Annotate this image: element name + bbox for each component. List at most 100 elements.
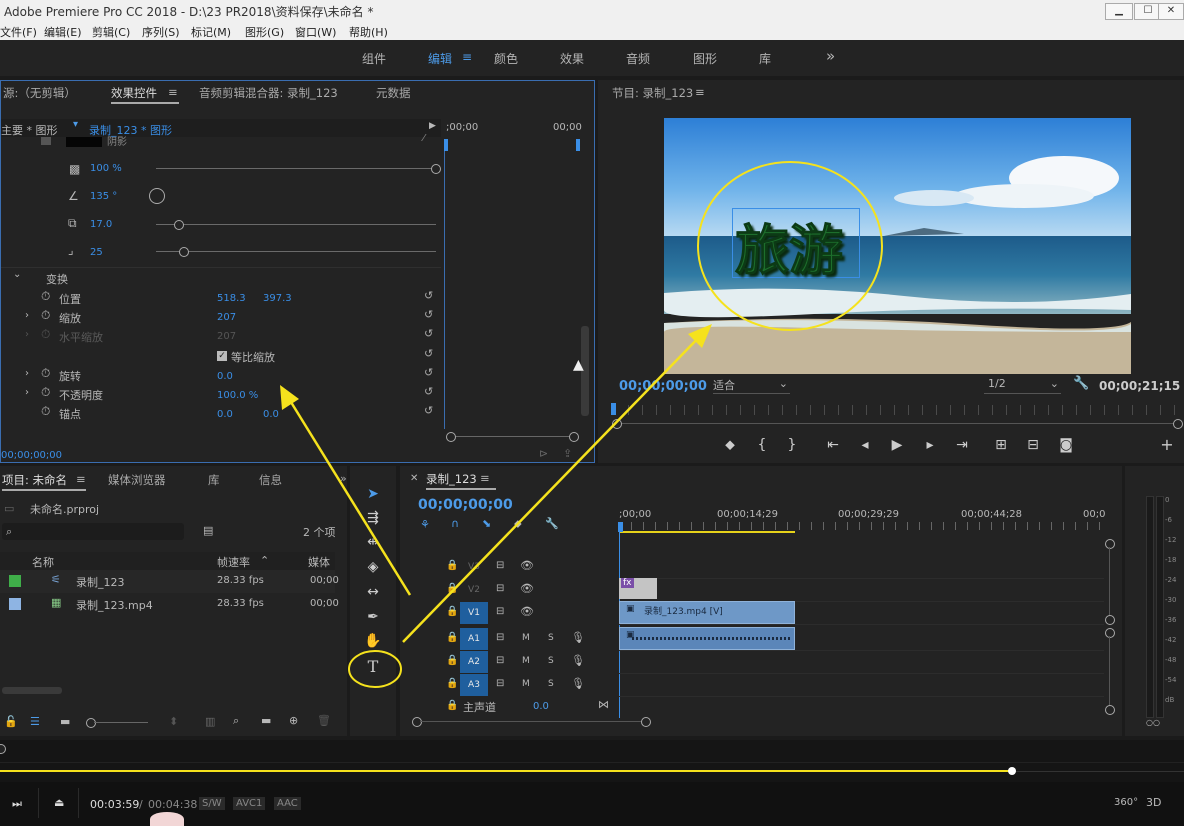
checkbox[interactable]: [41, 137, 51, 145]
workspace-graphics[interactable]: 图形: [693, 50, 717, 67]
menu-graphics[interactable]: 图形(G): [245, 24, 284, 40]
hand-tool-icon[interactable]: ✋: [363, 631, 383, 651]
stopwatch-icon[interactable]: ⏱: [41, 385, 50, 400]
reset-icon[interactable]: ↺: [424, 404, 436, 417]
tab-project[interactable]: 项目: 未命名: [2, 472, 67, 488]
solo-button[interactable]: S: [548, 679, 554, 689]
lift-icon[interactable]: ⊞: [991, 435, 1011, 455]
linked-selection-icon[interactable]: ⬊: [482, 517, 491, 530]
eye-icon[interactable]: 👁: [520, 605, 534, 618]
panel-menu-icon[interactable]: ≡: [168, 85, 178, 99]
track-select-tool-icon[interactable]: ⇶: [363, 508, 383, 528]
pen-tool-icon[interactable]: ✒: [363, 607, 383, 627]
panel-menu-icon[interactable]: ≡: [695, 85, 705, 99]
program-zoom-end[interactable]: [1173, 419, 1183, 429]
horizontal-scrollbar[interactable]: [2, 687, 62, 694]
step-forward-icon[interactable]: ▸: [920, 435, 940, 455]
reset-icon[interactable]: ↺: [424, 347, 436, 360]
add-marker-icon[interactable]: ⬥: [514, 517, 522, 531]
column-media[interactable]: 媒体: [308, 554, 330, 570]
play-pause-icon[interactable]: ⏭: [12, 797, 22, 811]
nest-icon[interactable]: ⚘: [420, 518, 430, 531]
reset-icon[interactable]: ↺: [424, 289, 436, 302]
lock-icon[interactable]: 🔒: [446, 700, 458, 711]
search-input[interactable]: [2, 523, 184, 540]
play-icon[interactable]: ▶: [887, 435, 907, 455]
mini-scroll-end[interactable]: [569, 432, 579, 442]
sequence-label[interactable]: 录制_123 * 图形: [89, 122, 172, 138]
menu-file[interactable]: 文件(F): [0, 24, 37, 40]
workspace-assembly[interactable]: 组件: [362, 50, 386, 67]
sync-lock-icon[interactable]: ⊟: [496, 632, 504, 643]
go-to-out-icon[interactable]: ⇥: [952, 435, 972, 455]
sync-lock-icon[interactable]: ⊟: [496, 655, 504, 666]
mute-button[interactable]: M: [522, 679, 530, 689]
microphone-icon[interactable]: 🎙: [571, 631, 585, 644]
timeline-hscroll-track[interactable]: [420, 721, 642, 722]
tab-effect-controls[interactable]: 效果控件: [111, 85, 157, 101]
go-to-in-icon[interactable]: ⇤: [823, 435, 843, 455]
tab-metadata[interactable]: 元数据: [376, 85, 411, 101]
add-button-icon[interactable]: +: [1157, 435, 1177, 455]
workspace-editing[interactable]: 编辑: [428, 50, 452, 67]
close-button[interactable]: ✕: [1158, 3, 1184, 20]
opacity-slider-track[interactable]: [156, 168, 436, 169]
track-target-button[interactable]: A3: [460, 674, 488, 696]
workspace-libraries[interactable]: 库: [759, 50, 771, 67]
mini-playhead-handle[interactable]: [444, 139, 448, 151]
menu-sequence[interactable]: 序列(S): [142, 24, 180, 40]
new-item-icon[interactable]: ⊕: [289, 714, 298, 727]
opacity-slider-knob[interactable]: [431, 164, 441, 174]
sort-icon[interactable]: ⬍: [169, 715, 178, 728]
mini-playhead[interactable]: [444, 139, 445, 429]
slip-tool-icon[interactable]: ↔: [363, 582, 383, 602]
opacity-value[interactable]: 100.0 %: [217, 390, 258, 401]
filter-icon[interactable]: ⊳: [539, 447, 548, 460]
lock-icon[interactable]: 🔒: [446, 655, 458, 666]
shadow-blur-value[interactable]: 25: [90, 247, 103, 258]
program-zoom-start[interactable]: [612, 419, 622, 429]
fit-dropdown[interactable]: 适合 ⌄: [713, 377, 790, 394]
reset-icon[interactable]: ↺: [424, 308, 436, 321]
lock-icon[interactable]: 🔒: [446, 560, 458, 571]
type-tool-icon[interactable]: T: [363, 657, 383, 677]
blur-slider-knob[interactable]: [179, 247, 189, 257]
sync-lock-icon[interactable]: ⊟: [496, 606, 504, 617]
razor-tool-icon[interactable]: ◈: [363, 557, 383, 577]
selection-tool-icon[interactable]: ➤: [363, 484, 383, 504]
workspace-color[interactable]: 颜色: [494, 50, 518, 67]
lock-icon[interactable]: 🔒: [446, 678, 458, 689]
wrench-icon[interactable]: 🔧: [545, 517, 559, 530]
chevron-down-icon[interactable]: ⌄: [13, 269, 21, 280]
track-target-button[interactable]: A1: [460, 628, 488, 650]
chevron-right-icon[interactable]: ›: [25, 368, 29, 379]
item-name[interactable]: 录制_123.mp4: [76, 597, 153, 613]
tab-media-browser[interactable]: 媒体浏览器: [108, 472, 166, 488]
timeline-hscroll-end[interactable]: [641, 717, 651, 727]
eject-icon[interactable]: ⏏: [54, 796, 64, 809]
lock-icon[interactable]: 🔒: [446, 583, 458, 594]
mini-scroll-start[interactable]: [446, 432, 456, 442]
workspace-more-button[interactable]: »: [826, 47, 835, 65]
menu-window[interactable]: 窗口(W): [295, 24, 336, 40]
more-tabs-icon[interactable]: »: [340, 472, 347, 485]
reset-icon[interactable]: ↺: [424, 327, 436, 340]
stopwatch-icon[interactable]: ⏱: [41, 404, 50, 419]
extract-icon[interactable]: ⊟: [1023, 435, 1043, 455]
timeline-timecode[interactable]: 00;00;00;00: [418, 497, 513, 513]
tab-info[interactable]: 信息: [259, 472, 282, 488]
panel-menu-icon[interactable]: ≡: [480, 471, 490, 485]
timeline-playhead-handle[interactable]: [618, 522, 623, 532]
master-value[interactable]: 0.0: [533, 701, 549, 712]
position-y-value[interactable]: 397.3: [263, 293, 292, 304]
mini-scroll-track[interactable]: [449, 436, 575, 437]
label-color-swatch[interactable]: [9, 598, 21, 610]
scale-value[interactable]: 207: [217, 312, 236, 323]
item-name[interactable]: 录制_123: [76, 574, 125, 590]
stopwatch-icon[interactable]: ⏱: [41, 289, 50, 304]
tab-audio-mixer[interactable]: 音频剪辑混合器: 录制_123: [199, 85, 338, 101]
lock-icon[interactable]: 🔒: [446, 632, 458, 643]
workspace-effects[interactable]: 效果: [560, 50, 584, 67]
shadow-color-swatch[interactable]: [66, 137, 102, 147]
audio-vscroll-bottom[interactable]: [1105, 705, 1115, 715]
